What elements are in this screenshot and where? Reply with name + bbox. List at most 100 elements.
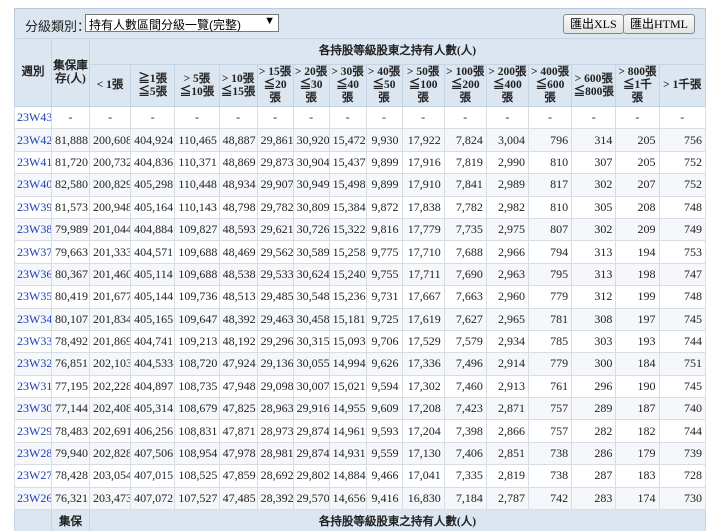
custody-cell: 76,851 bbox=[50, 352, 91, 376]
holder-count-cell: 781 bbox=[527, 307, 573, 331]
holder-count-cell: 29,463 bbox=[256, 307, 294, 331]
holder-count-cell: 757 bbox=[527, 397, 573, 421]
week-link[interactable]: 23W37 bbox=[14, 240, 52, 264]
week-link[interactable]: 23W38 bbox=[14, 217, 52, 242]
custody-cell: 81,720 bbox=[50, 150, 91, 175]
holder-count-cell: 795 bbox=[527, 262, 573, 287]
holder-count-cell: 28,973 bbox=[256, 419, 294, 443]
holder-count-cell: 407,072 bbox=[130, 486, 176, 511]
holder-count-cell: 9,416 bbox=[365, 486, 403, 511]
holder-count-cell: 201,834 bbox=[89, 307, 132, 331]
week-link[interactable]: 23W27 bbox=[14, 464, 52, 488]
holder-count-cell: 7,579 bbox=[443, 329, 487, 354]
holder-count-cell: 745 bbox=[658, 307, 706, 331]
week-link[interactable]: 23W36 bbox=[14, 262, 52, 287]
week-link[interactable]: 23W31 bbox=[14, 374, 52, 399]
table-row: 23W28 79,940 202,828 407,506 108,954 47,978 28… bbox=[14, 441, 706, 466]
holder-count-cell: 757 bbox=[527, 419, 573, 443]
holder-count-cell: 108,679 bbox=[174, 397, 220, 421]
week-link[interactable]: 23W28 bbox=[14, 441, 52, 466]
holder-count-cell: 753 bbox=[658, 240, 706, 264]
footer-week-header bbox=[14, 509, 52, 531]
holding-level-header: > 40張 ≦50張 bbox=[365, 64, 403, 107]
holder-count-cell: 3,004 bbox=[485, 128, 529, 152]
custody-cell: 82,580 bbox=[50, 173, 91, 197]
week-header: 週別 bbox=[14, 38, 52, 107]
holder-count-cell: 30,548 bbox=[292, 285, 330, 309]
week-link[interactable]: 23W26 bbox=[14, 486, 52, 511]
holder-count-cell: 29,802 bbox=[292, 464, 330, 488]
holder-count-cell: 48,392 bbox=[218, 307, 258, 331]
holder-count-cell: - bbox=[615, 105, 660, 130]
export-html-button[interactable]: 匯出HTML bbox=[623, 14, 695, 34]
holder-count-cell: 200,948 bbox=[89, 195, 132, 219]
holder-count-cell: 48,798 bbox=[218, 195, 258, 219]
holder-count-cell: 209 bbox=[615, 217, 660, 242]
holder-count-cell: 30,589 bbox=[292, 240, 330, 264]
holder-count-cell: 752 bbox=[658, 150, 706, 175]
custody-cell: 80,107 bbox=[50, 307, 91, 331]
holder-count-cell: 202,828 bbox=[89, 441, 132, 466]
holder-count-cell: 405,314 bbox=[130, 397, 176, 421]
custody-cell: 81,573 bbox=[50, 195, 91, 219]
holder-count-cell: - bbox=[292, 105, 330, 130]
holder-count-cell: 182 bbox=[615, 419, 660, 443]
week-link[interactable]: 23W40 bbox=[14, 173, 52, 197]
holder-count-cell: 796 bbox=[527, 128, 573, 152]
category-select-value: 持有人數區間分級一覽(完整) bbox=[89, 18, 241, 32]
holder-count-cell: 200,608 bbox=[89, 128, 132, 152]
week-link[interactable]: 23W32 bbox=[14, 352, 52, 376]
holder-count-cell: 108,831 bbox=[174, 419, 220, 443]
holder-count-cell: 184 bbox=[615, 352, 660, 376]
holder-count-cell: 30,458 bbox=[292, 307, 330, 331]
holder-count-cell: 15,472 bbox=[328, 128, 367, 152]
category-select[interactable]: 持有人數區間分級一覽(完整) ▼ bbox=[85, 14, 279, 32]
holder-count-cell: 110,448 bbox=[174, 173, 220, 197]
holder-count-cell: 179 bbox=[615, 441, 660, 466]
holder-count-cell: 817 bbox=[527, 173, 573, 197]
holder-count-cell: 29,136 bbox=[256, 352, 294, 376]
holder-count-cell: 752 bbox=[658, 173, 706, 197]
holder-count-cell: 2,963 bbox=[485, 262, 529, 287]
holder-count-cell: 48,593 bbox=[218, 217, 258, 242]
holder-count-cell: - bbox=[443, 105, 487, 130]
table-row: 23W29 78,483 202,691 406,256 108,831 47,871 28… bbox=[14, 419, 706, 443]
week-link[interactable]: 23W35 bbox=[14, 285, 52, 309]
holder-count-cell: 9,899 bbox=[365, 173, 403, 197]
holder-count-cell: 48,934 bbox=[218, 173, 258, 197]
export-xls-button[interactable]: 匯出XLS bbox=[563, 14, 624, 34]
holder-count-cell: - bbox=[218, 105, 258, 130]
week-link[interactable]: 23W43 bbox=[14, 105, 52, 130]
holder-count-cell: 29,098 bbox=[256, 374, 294, 399]
week-link[interactable]: 23W34 bbox=[14, 307, 52, 331]
holder-count-cell: 30,726 bbox=[292, 217, 330, 242]
holder-count-cell: 404,533 bbox=[130, 352, 176, 376]
holder-count-cell: 313 bbox=[571, 240, 617, 264]
holder-count-cell: 9,466 bbox=[365, 464, 403, 488]
holder-count-cell: - bbox=[485, 105, 529, 130]
week-link[interactable]: 23W41 bbox=[14, 150, 52, 175]
holder-count-cell: 9,775 bbox=[365, 240, 403, 264]
week-link[interactable]: 23W39 bbox=[14, 195, 52, 219]
holder-count-cell: 807 bbox=[527, 217, 573, 242]
holder-count-cell: 109,736 bbox=[174, 285, 220, 309]
holder-count-cell: - bbox=[658, 105, 706, 130]
week-link[interactable]: 23W29 bbox=[14, 419, 52, 443]
week-link[interactable]: 23W42 bbox=[14, 128, 52, 152]
holder-count-cell: 17,667 bbox=[401, 285, 445, 309]
holder-count-cell: 730 bbox=[658, 486, 706, 511]
holder-count-cell: 48,192 bbox=[218, 329, 258, 354]
week-link[interactable]: 23W30 bbox=[14, 397, 52, 421]
holder-count-cell: 28,692 bbox=[256, 464, 294, 488]
holder-count-cell: 9,899 bbox=[365, 150, 403, 175]
holding-level-header: > 10張 ≦15張 bbox=[218, 64, 258, 107]
holder-count-cell: 303 bbox=[571, 329, 617, 354]
holder-count-cell: 748 bbox=[658, 285, 706, 309]
holder-count-cell: 404,741 bbox=[130, 329, 176, 354]
holding-level-header: > 50張 ≦100張 bbox=[401, 64, 445, 107]
holder-count-cell: 2,960 bbox=[485, 285, 529, 309]
holder-count-cell: 2,982 bbox=[485, 195, 529, 219]
holders-panel: 分級類別： 持有人數區間分級一覽(完整) ▼ 匯出XLS 匯出HTML 週別 集… bbox=[14, 8, 706, 531]
holder-count-cell: 2,819 bbox=[485, 464, 529, 488]
week-link[interactable]: 23W33 bbox=[14, 329, 52, 354]
